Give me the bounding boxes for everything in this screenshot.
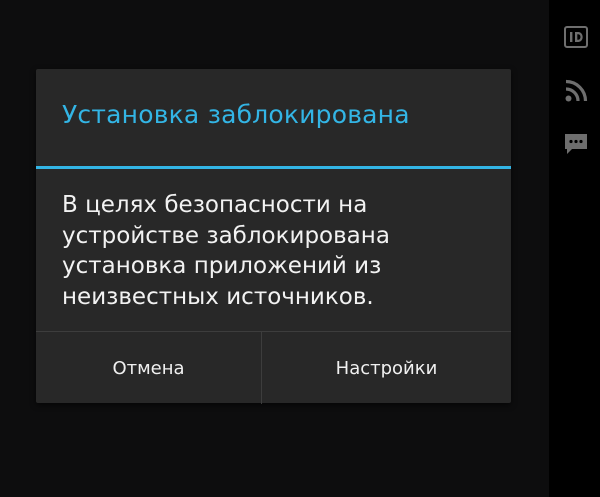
dialog-button-bar: Отмена Настройки — [36, 331, 511, 404]
dialog-title: Установка заблокирована — [62, 100, 410, 129]
cancel-button[interactable]: Отмена — [36, 332, 261, 404]
title-divider — [36, 166, 511, 169]
screen: Установка заблокирована В целях безопасн… — [0, 0, 600, 497]
rss-feed-icon[interactable] — [563, 78, 589, 104]
chat-bubble-icon[interactable] — [563, 131, 589, 157]
settings-button[interactable]: Настройки — [262, 332, 511, 404]
id-badge-icon[interactable] — [563, 24, 589, 50]
side-strip — [549, 0, 600, 497]
install-blocked-dialog: Установка заблокирована В целях безопасн… — [36, 69, 511, 404]
dialog-message: В целях безопасности на устройстве забло… — [62, 192, 390, 310]
